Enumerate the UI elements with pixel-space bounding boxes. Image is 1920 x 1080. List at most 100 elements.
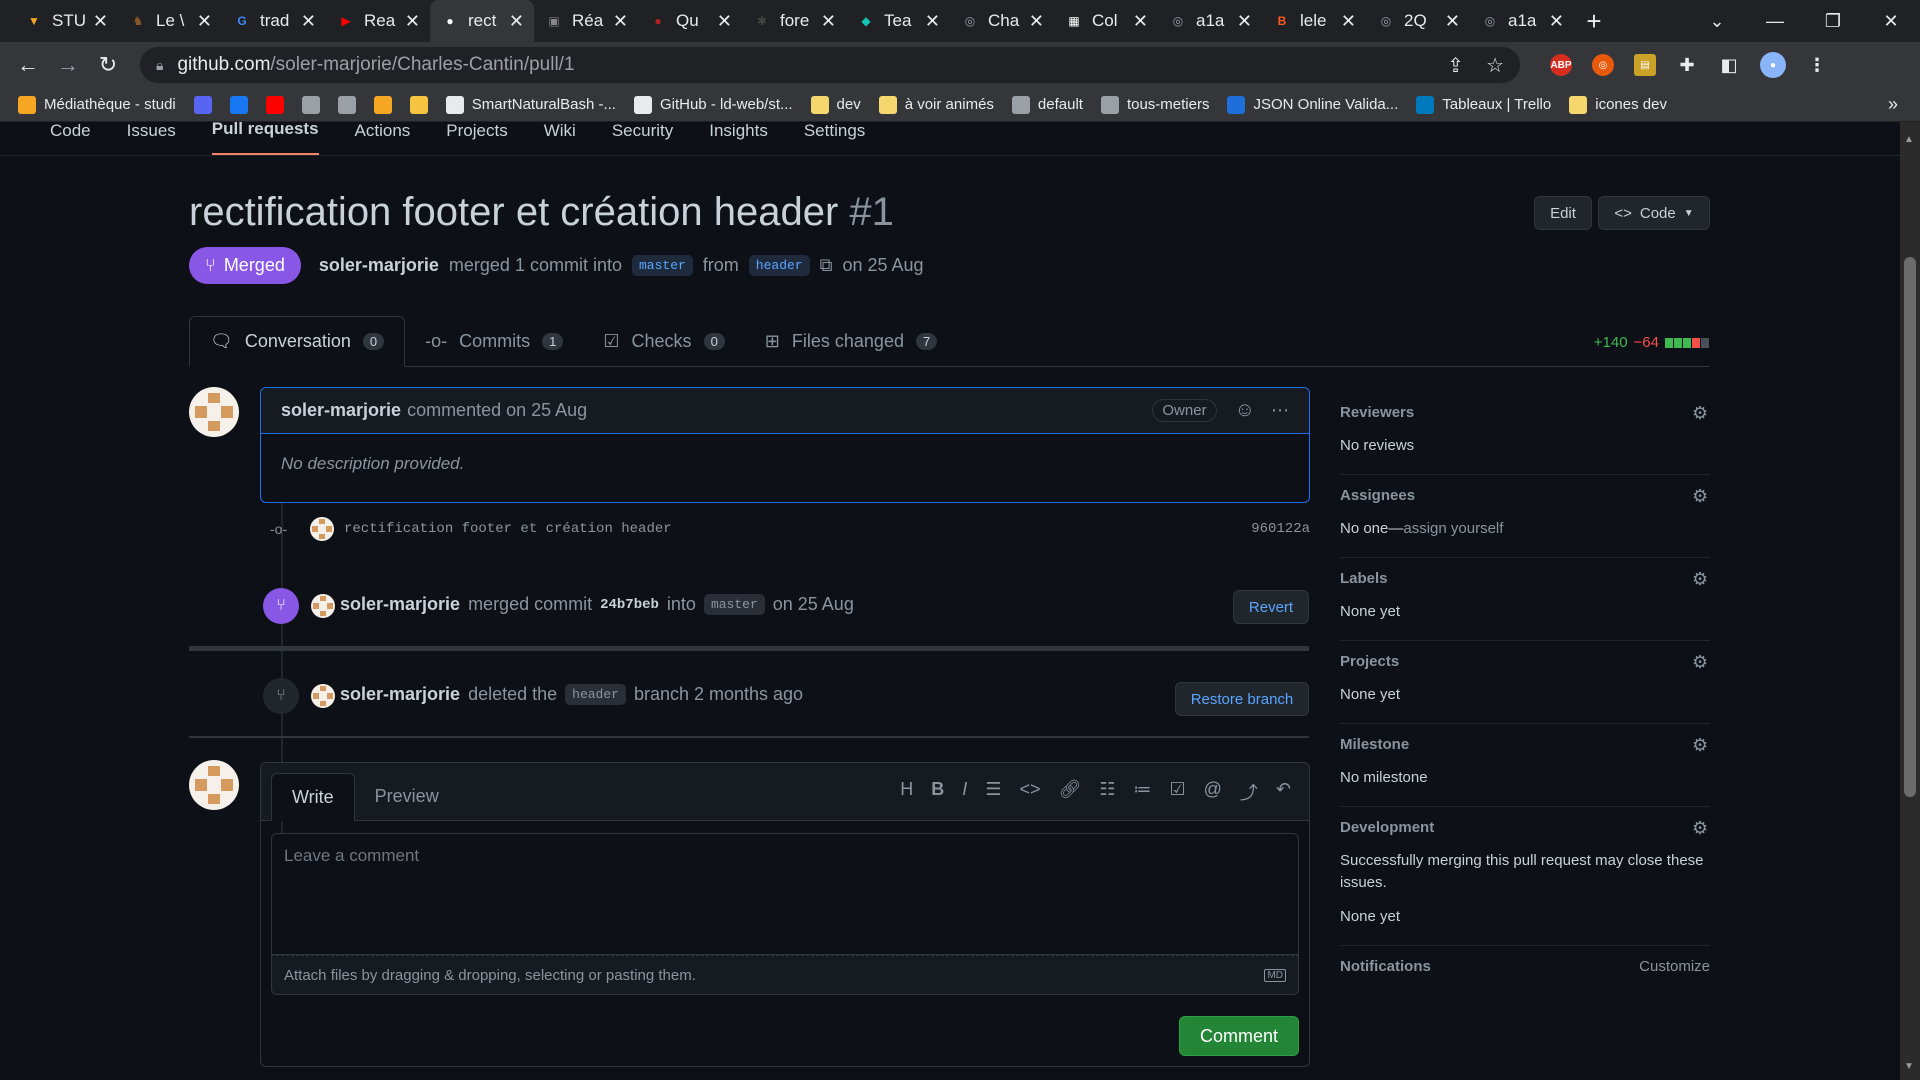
write-tab[interactable]: Write [271, 773, 355, 821]
browser-tab[interactable]: ▶ Rea ✕ [326, 0, 430, 42]
comment-action[interactable]: commented on 25 Aug [407, 400, 587, 421]
commit-message-link[interactable]: rectification footer et création header [344, 521, 672, 537]
browser-tab[interactable]: ✱ fore ✕ [742, 0, 846, 42]
comment-author-link[interactable]: soler-marjorie [281, 400, 401, 421]
markdown-icon[interactable]: MD [1264, 968, 1286, 982]
bookmark-item[interactable]: Tableaux | Trello [1416, 95, 1551, 114]
kebab-menu-icon[interactable]: ⋯ [1271, 400, 1289, 421]
browser-tab[interactable]: ▣ Réa ✕ [534, 0, 638, 42]
repo-nav-item[interactable]: Actions [355, 122, 411, 155]
pr-author-link[interactable]: soler-marjorie [319, 255, 439, 276]
cross-reference-icon[interactable]: ⤴ [1240, 779, 1258, 805]
browser-menu-icon[interactable]: ⋮ [1806, 54, 1828, 76]
tab-close-icon[interactable]: ✕ [1133, 11, 1148, 32]
bookmark-star-icon[interactable]: ☆ [1486, 53, 1504, 78]
gear-icon[interactable]: ⚙ [1692, 736, 1710, 754]
scrollbar-thumb[interactable] [1904, 257, 1916, 797]
edit-button[interactable]: Edit [1534, 196, 1592, 230]
repo-nav-item[interactable]: Insights [709, 122, 768, 155]
tab-close-icon[interactable]: ✕ [613, 11, 628, 32]
tab-checks[interactable]: ☑ Checks 0 [583, 316, 744, 367]
url-bar[interactable]: 🔒︎ github.com/soler-marjorie/Charles-Can… [140, 47, 1520, 83]
bookmark-item[interactable] [265, 95, 284, 114]
bookmark-item[interactable] [229, 95, 248, 114]
browser-tab[interactable]: ◎ 2Q ✕ [1366, 0, 1470, 42]
bookmark-item[interactable] [409, 95, 428, 114]
avatar[interactable] [311, 684, 335, 708]
repo-nav-item[interactable]: Wiki [544, 122, 576, 155]
avatar[interactable] [189, 387, 239, 437]
tab-close-icon[interactable]: ✕ [1549, 11, 1564, 32]
repo-nav-item[interactable]: Projects [446, 122, 507, 155]
italic-icon[interactable]: I [962, 779, 967, 805]
tab-close-icon[interactable]: ✕ [301, 11, 316, 32]
reload-button[interactable]: ↻ [88, 45, 128, 85]
extension-icon[interactable]: ▤ [1634, 54, 1656, 76]
page-scrollbar[interactable]: ▲ ▼ [1900, 122, 1920, 1080]
avatar[interactable] [311, 594, 335, 618]
event-date[interactable]: on 25 Aug [773, 594, 854, 615]
mention-icon[interactable]: @ [1204, 779, 1222, 805]
code-button[interactable]: <> Code ▼ [1598, 196, 1710, 230]
revert-button[interactable]: Revert [1233, 590, 1309, 624]
task-list-icon[interactable]: ☑ [1169, 779, 1185, 805]
browser-tab[interactable]: ♞ Le \ ✕ [118, 0, 222, 42]
unordered-list-icon[interactable]: ☷ [1099, 779, 1115, 805]
share-icon[interactable]: ⇪ [1447, 53, 1464, 78]
profile-avatar[interactable]: ● [1760, 52, 1786, 78]
tab-close-icon[interactable]: ✕ [93, 11, 108, 32]
tab-close-icon[interactable]: ✕ [1029, 11, 1044, 32]
link-icon[interactable]: 🔗︎ [1058, 779, 1081, 805]
reply-icon[interactable]: ↶ [1276, 779, 1291, 805]
tab-files-changed[interactable]: ⊞ Files changed 7 [745, 316, 957, 367]
gear-icon[interactable]: ⚙ [1692, 653, 1710, 671]
avatar[interactable] [310, 517, 334, 541]
avatar[interactable] [189, 760, 239, 810]
tab-close-icon[interactable]: ✕ [405, 11, 420, 32]
assign-yourself-link[interactable]: assign yourself [1403, 520, 1503, 537]
scroll-down-arrow-icon[interactable]: ▼ [1904, 1061, 1914, 1072]
extension-icon[interactable]: ◎ [1592, 54, 1614, 76]
side-panel-icon[interactable]: ◧ [1718, 54, 1740, 76]
tab-search-icon[interactable]: ⌄ [1688, 0, 1746, 42]
browser-tab[interactable]: ◎ a1a ✕ [1158, 0, 1262, 42]
browser-tab[interactable]: ◎ a1a ✕ [1470, 0, 1574, 42]
new-tab-button[interactable]: + [1574, 0, 1614, 42]
browser-tab[interactable]: ◆ Tea ✕ [846, 0, 950, 42]
bookmark-item[interactable] [373, 95, 392, 114]
bookmark-item[interactable]: tous-metiers [1100, 95, 1209, 114]
gear-icon[interactable]: ⚙ [1692, 404, 1710, 422]
bookmark-item[interactable] [337, 95, 356, 114]
bookmark-item[interactable]: GitHub - ld-web/st... [633, 95, 793, 114]
minimize-button[interactable]: — [1746, 0, 1804, 42]
gear-icon[interactable]: ⚙ [1692, 487, 1710, 505]
base-branch-link[interactable]: master [631, 255, 693, 276]
forward-button[interactable]: → [48, 45, 88, 85]
comment-textarea[interactable]: Leave a comment [271, 833, 1299, 955]
tab-close-icon[interactable]: ✕ [717, 11, 732, 32]
bookmark-item[interactable]: SmartNaturalBash -... [445, 95, 616, 114]
tab-close-icon[interactable]: ✕ [1341, 11, 1356, 32]
tab-close-icon[interactable]: ✕ [1237, 11, 1252, 32]
tab-close-icon[interactable]: ✕ [821, 11, 836, 32]
tab-conversation[interactable]: 🗨︎ Conversation 0 [189, 316, 406, 367]
customize-link[interactable]: Customize [1639, 958, 1710, 975]
repo-nav-item[interactable]: Settings [804, 122, 865, 155]
copy-icon[interactable]: ⧉ [820, 255, 833, 276]
code-icon[interactable]: <> [1019, 779, 1040, 805]
tab-close-icon[interactable]: ✕ [1445, 11, 1460, 32]
tab-commits[interactable]: -o- Commits 1 [405, 316, 583, 367]
gear-icon[interactable]: ⚙ [1692, 819, 1710, 837]
more-bookmarks-icon[interactable]: » [1888, 94, 1898, 115]
browser-tab[interactable]: ◎ Cha ✕ [950, 0, 1054, 42]
bookmark-item[interactable]: à voir animés [878, 95, 994, 114]
repo-nav-item[interactable]: Security [612, 122, 673, 155]
browser-tab[interactable]: ● rect ✕ [430, 0, 534, 42]
bookmark-item[interactable] [301, 95, 320, 114]
bookmark-item[interactable]: default [1011, 95, 1083, 114]
restore-button[interactable]: ❐ [1804, 0, 1862, 42]
commit-sha-link[interactable]: 960122a [1251, 521, 1310, 537]
bookmark-item[interactable] [193, 95, 212, 114]
back-button[interactable]: ← [8, 45, 48, 85]
bookmark-item[interactable]: JSON Online Valida... [1227, 95, 1398, 114]
